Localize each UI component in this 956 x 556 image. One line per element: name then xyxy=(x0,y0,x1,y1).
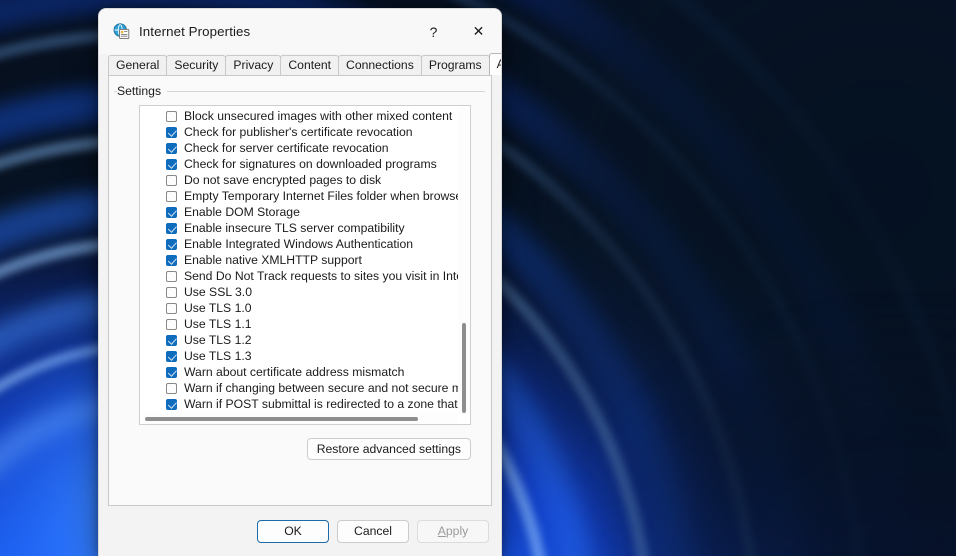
checkbox-icon[interactable] xyxy=(166,142,177,154)
settings-list-item-label: Check for publisher's certificate revoca… xyxy=(184,125,413,139)
settings-list-item-label: Use TLS 1.2 xyxy=(184,333,252,347)
advanced-tab-page: Settings Block unsecured images with oth… xyxy=(108,75,492,506)
settings-list-item[interactable]: Do not save encrypted pages to disk xyxy=(140,172,458,188)
restore-advanced-settings-button[interactable]: Restore advanced settings xyxy=(306,438,471,460)
tab-strip: General Security Privacy Content Connections… xyxy=(99,53,501,75)
checkbox-icon[interactable] xyxy=(166,318,177,330)
checkbox-icon[interactable] xyxy=(166,286,177,298)
settings-list-item-label: Warn if POST submittal is redirected to … xyxy=(184,397,458,411)
tab-privacy[interactable]: Privacy xyxy=(225,55,282,75)
settings-list-item-label: Use TLS 1.1 xyxy=(184,317,252,331)
settings-list-item-label: Enable native XMLHTTP support xyxy=(184,253,362,267)
internet-properties-dialog: Internet Properties ? ✕ General Security P… xyxy=(98,8,502,556)
desktop: Internet Properties ? ✕ General Security P… xyxy=(0,0,956,556)
apply-label-rest: pply xyxy=(445,523,469,538)
checkbox-icon[interactable] xyxy=(166,302,177,314)
tab-general[interactable]: General xyxy=(108,55,168,75)
settings-list-item-label: Enable DOM Storage xyxy=(184,205,300,219)
tab-content[interactable]: Content xyxy=(280,55,340,75)
settings-list-item-label: Warn about certificate address mismatch xyxy=(184,365,405,379)
settings-list-item-label: Use TLS 1.3 xyxy=(184,349,252,363)
ok-button[interactable]: OK xyxy=(257,519,329,543)
caption-buttons: ? ✕ xyxy=(411,9,501,54)
window-title: Internet Properties xyxy=(139,24,251,39)
settings-list: Block unsecured images with other mixed … xyxy=(140,108,458,413)
settings-list-item[interactable]: Send Do Not Track requests to sites you … xyxy=(140,268,458,284)
checkbox-icon[interactable] xyxy=(166,238,177,250)
settings-list-item[interactable]: Check for publisher's certificate revoca… xyxy=(140,124,458,140)
settings-list-item[interactable]: Enable DOM Storage xyxy=(140,204,458,220)
checkbox-icon[interactable] xyxy=(166,254,177,266)
settings-group-label: Settings xyxy=(117,84,168,98)
settings-list-item[interactable]: Use SSL 3.0 xyxy=(140,284,458,300)
settings-list-item[interactable]: Enable native XMLHTTP support xyxy=(140,252,458,268)
settings-group-box: Settings Block unsecured images with oth… xyxy=(114,84,485,497)
horizontal-scrollbar-thumb[interactable] xyxy=(145,417,418,421)
settings-list-item-label: Check for server certificate revocation xyxy=(184,141,389,155)
checkbox-icon[interactable] xyxy=(166,110,177,122)
settings-list-item-label: Enable insecure TLS server compatibility xyxy=(184,221,405,235)
settings-list-item-label: Check for signatures on downloaded progr… xyxy=(184,157,437,171)
apply-accel-letter: A xyxy=(437,523,446,538)
settings-list-item[interactable]: Use TLS 1.3 xyxy=(140,348,458,364)
settings-list-item[interactable]: Warn if changing between secure and not … xyxy=(140,380,458,396)
tab-security[interactable]: Security xyxy=(166,55,227,75)
settings-list-item-label: Use SSL 3.0 xyxy=(184,285,252,299)
tab-programs[interactable]: Programs xyxy=(420,55,490,75)
checkbox-icon[interactable] xyxy=(166,382,177,394)
settings-list-item[interactable]: Enable Integrated Windows Authentication xyxy=(140,236,458,252)
settings-list-item[interactable]: Enable insecure TLS server compatibility xyxy=(140,220,458,236)
settings-list-item-label: Use TLS 1.0 xyxy=(184,301,252,315)
checkbox-icon[interactable] xyxy=(166,206,177,218)
settings-list-item[interactable]: Empty Temporary Internet Files folder wh… xyxy=(140,188,458,204)
settings-list-item-label: Warn if changing between secure and not … xyxy=(184,381,458,395)
close-button[interactable]: ✕ xyxy=(456,14,501,50)
tab-connections[interactable]: Connections xyxy=(338,55,422,75)
checkbox-icon[interactable] xyxy=(166,222,177,234)
checkbox-icon[interactable] xyxy=(166,174,177,186)
checkbox-icon[interactable] xyxy=(166,158,177,170)
checkbox-icon[interactable] xyxy=(166,334,177,346)
settings-list-item-label: Block unsecured images with other mixed … xyxy=(184,109,453,123)
internet-properties-icon xyxy=(113,23,130,40)
checkbox-icon[interactable] xyxy=(166,366,177,378)
settings-list-item[interactable]: Check for signatures on downloaded progr… xyxy=(140,156,458,172)
settings-list-item[interactable]: Warn about certificate address mismatch xyxy=(140,364,458,380)
advanced-settings-listbox[interactable]: Block unsecured images with other mixed … xyxy=(139,105,471,425)
cancel-button[interactable]: Cancel xyxy=(337,519,409,543)
settings-list-item[interactable]: Use TLS 1.0 xyxy=(140,300,458,316)
checkbox-icon[interactable] xyxy=(166,190,177,202)
settings-list-item[interactable]: Check for server certificate revocation xyxy=(140,140,458,156)
settings-list-item[interactable]: Use TLS 1.2 xyxy=(140,332,458,348)
title-bar: Internet Properties ? ✕ xyxy=(99,9,501,54)
checkbox-icon[interactable] xyxy=(166,126,177,138)
settings-list-item[interactable]: Warn if POST submittal is redirected to … xyxy=(140,396,458,412)
vertical-scrollbar[interactable] xyxy=(458,107,470,413)
checkbox-icon[interactable] xyxy=(166,398,177,410)
settings-list-item-label: Empty Temporary Internet Files folder wh… xyxy=(184,189,458,203)
settings-list-item-label: Enable Integrated Windows Authentication xyxy=(184,237,414,251)
vertical-scrollbar-thumb[interactable] xyxy=(462,323,466,413)
horizontal-scrollbar[interactable] xyxy=(141,413,458,424)
settings-list-item-label: Send Do Not Track requests to sites you … xyxy=(184,269,458,283)
checkbox-icon[interactable] xyxy=(166,270,177,282)
checkbox-icon[interactable] xyxy=(166,350,177,362)
settings-list-item[interactable]: Use TLS 1.1 xyxy=(140,316,458,332)
help-button[interactable]: ? xyxy=(411,14,456,50)
dialog-button-bar: OK Cancel Apply xyxy=(99,506,501,556)
tab-advanced[interactable]: Advanced xyxy=(488,53,501,75)
settings-list-item[interactable]: Block unsecured images with other mixed … xyxy=(140,108,458,124)
settings-list-item-label: Do not save encrypted pages to disk xyxy=(184,173,382,187)
apply-button[interactable]: Apply xyxy=(417,519,489,543)
